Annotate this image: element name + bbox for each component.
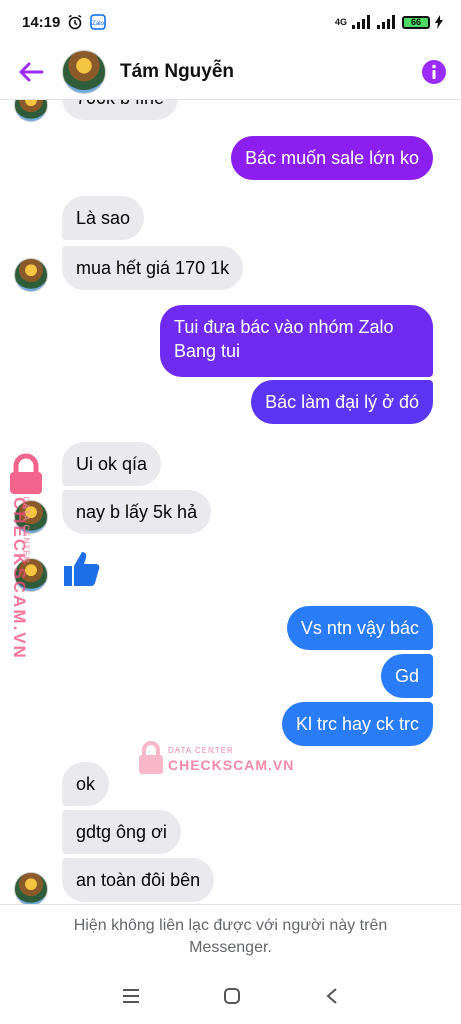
message-incoming[interactable]: gdtg ông ơi [62, 810, 181, 854]
notice-line-2: Messenger. [189, 939, 272, 956]
unavailable-notice: Hiện không liên lạc được với người này t… [0, 904, 461, 968]
message-incoming[interactable]: nay b lấy 5k hả [62, 490, 212, 534]
contact-avatar-small [14, 872, 48, 904]
signal-icon [352, 15, 370, 29]
thumbs-up-icon[interactable] [60, 546, 104, 590]
system-nav-bar [0, 968, 461, 1024]
message-outgoing[interactable]: Gd [380, 654, 433, 698]
padlock-icon [10, 453, 42, 494]
message-outgoing[interactable]: Bác muốn sale lớn ko [231, 136, 433, 180]
contact-avatar[interactable] [62, 49, 106, 94]
contact-name[interactable]: Tám Nguyễn [120, 61, 234, 83]
status-bar: 14:19 Zalo 4G 66 [0, 0, 461, 44]
back-nav-icon[interactable] [325, 987, 339, 1005]
charging-icon [435, 15, 443, 29]
message-incoming[interactable]: 700k b fine [62, 100, 179, 120]
battery-indicator: 66 [402, 15, 430, 29]
message-incoming[interactable]: an toàn đôi bên [62, 858, 215, 902]
padlock-icon [139, 741, 163, 774]
message-incoming[interactable]: Là sao [62, 196, 145, 240]
alarm-icon [68, 14, 82, 30]
watermark-sub: DATA CENTER [21, 496, 31, 564]
message-outgoing[interactable]: Bác làm đại lý ở đó [251, 380, 433, 424]
message-outgoing[interactable]: Tui đưa bác vào nhóm Zalo Bang tui [160, 305, 433, 377]
recent-apps-icon[interactable] [122, 988, 140, 1004]
svg-text:Zalo: Zalo [93, 21, 105, 27]
message-line: Bang tui [174, 341, 241, 361]
message-incoming[interactable]: Ui ok qía [62, 442, 162, 486]
status-left: 14:19 Zalo [22, 13, 107, 31]
chat-header: Tám Nguyễn [0, 44, 461, 100]
home-icon[interactable] [223, 987, 241, 1005]
watermark-left: CHECKSCAM.VN DATA CENTER [2, 452, 52, 660]
message-incoming[interactable]: mua hết giá 170 1k [62, 246, 244, 290]
status-time: 14:19 [22, 13, 61, 31]
watermark-center-brand: CHECKSCAM.VN [168, 757, 295, 773]
zalo-notification-icon: Zalo [90, 14, 107, 30]
message-outgoing[interactable]: Vs ntn vậy bác [286, 606, 433, 650]
battery-level: 66 [410, 17, 421, 27]
watermark-center-sub: DATA CENTER [168, 746, 234, 755]
message-line: Tui đưa bác vào nhóm Zalo [174, 317, 394, 337]
watermark-center: DATA CENTER CHECKSCAM.VN [136, 740, 306, 780]
contact-avatar-small [14, 100, 48, 122]
message-incoming[interactable]: ok [62, 762, 110, 806]
notice-line-1: Hiện không liên lạc được với người này t… [73, 917, 388, 934]
chat-thread[interactable]: 700k b fine Bác muốn sale lớn ko Là sao … [0, 100, 461, 904]
network-type: 4G [334, 17, 347, 27]
back-arrow-icon[interactable] [18, 61, 44, 83]
contact-avatar-small [14, 258, 48, 292]
status-right: 4G 66 [335, 15, 443, 29]
info-icon[interactable] [421, 59, 447, 85]
signal-icon-2 [377, 15, 395, 29]
